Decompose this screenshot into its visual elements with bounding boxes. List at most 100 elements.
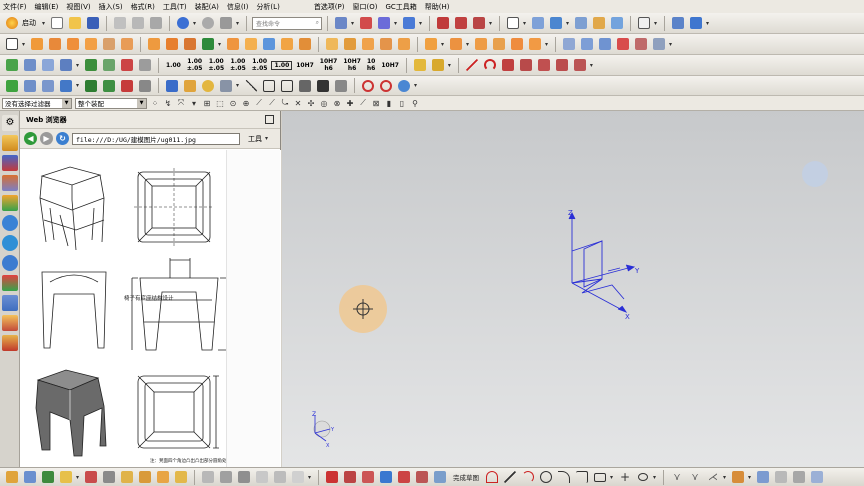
shell-icon[interactable] [360,36,376,52]
cut-icon[interactable] [112,15,128,31]
forward-arrow-icon[interactable]: ▶ [40,132,53,145]
sketch-chamfer-icon[interactable] [574,469,590,485]
checkmark-icon[interactable] [4,78,20,94]
assembly-navigator-icon[interactable] [2,135,18,151]
gold-stack-icon[interactable] [430,57,446,73]
resize-face-icon[interactable] [509,36,525,52]
part-navigator-icon[interactable] [2,175,18,191]
cylinder-icon[interactable] [164,78,180,94]
revolve-icon[interactable] [47,36,63,52]
web-browser-icon[interactable] [2,235,18,251]
datum-csys[interactable] [568,211,636,313]
bolt-icon[interactable] [200,469,216,485]
swept-icon[interactable] [597,36,613,52]
quick-extend-icon[interactable]: ⋎ [687,469,703,485]
pattern-icon[interactable] [396,36,412,52]
sew-icon[interactable] [651,36,667,52]
surface-icon[interactable] [561,36,577,52]
fillet-sketch-icon[interactable] [360,469,376,485]
menu-format[interactable]: 格式(R) [131,2,155,12]
box-icon[interactable] [272,469,288,485]
shaded-view-icon[interactable] [548,15,564,31]
auto-constrain-icon[interactable] [773,469,789,485]
scope-select[interactable]: 整个装配 ▼ [75,97,147,109]
extrude-icon[interactable] [29,36,45,52]
feature-select-icon[interactable]: ▾ [189,98,199,108]
back-arrow-icon[interactable]: ◀ [24,132,37,145]
layer-icon[interactable] [573,15,589,31]
rectangle-select-icon[interactable]: ⬚ [215,98,225,108]
annotation-icon[interactable] [83,57,99,73]
tolerance-style-4[interactable]: 1.00 ±.05 [228,58,248,72]
point-filter-icon[interactable] [40,469,56,485]
unite-icon[interactable] [225,36,241,52]
start-menu-label[interactable]: 启动 [22,18,36,28]
graph-icon[interactable] [58,57,74,73]
copy-icon[interactable] [130,15,146,31]
text-icon[interactable] [297,78,313,94]
snap-point-on-curve-icon[interactable]: ✕ [293,98,303,108]
law-extension-icon[interactable] [633,36,649,52]
sketch-circle-icon[interactable] [538,469,554,485]
tolerance-style-1[interactable]: 1.00 [164,62,183,69]
datum-csys-icon[interactable] [200,36,216,52]
cube-icon[interactable] [119,469,135,485]
save-icon[interactable] [85,15,101,31]
gold-body-icon[interactable] [173,469,189,485]
paste-icon[interactable] [148,15,164,31]
tolerance-style-11[interactable]: 10H7 [379,62,401,69]
system-scene-icon[interactable] [2,335,18,351]
symbol-icon[interactable] [101,57,117,73]
open-folder-icon[interactable] [67,15,83,31]
tube-icon[interactable] [218,78,234,94]
history-icon[interactable] [2,255,18,271]
hd3d-tools-icon[interactable] [2,215,18,231]
offset-region-icon[interactable] [527,36,543,52]
split-body-icon[interactable] [297,36,313,52]
ruler-icon[interactable] [471,15,487,31]
thicken-icon[interactable] [182,36,198,52]
start-icon[interactable] [4,15,20,31]
face-select-icon[interactable]: ⊞ [202,98,212,108]
process-studio-icon[interactable] [2,275,18,291]
link-icon[interactable] [137,469,153,485]
snap-intersection-icon[interactable]: ✚ [345,98,355,108]
tolerance-style-3[interactable]: 1.00 ±.05 [206,58,226,72]
general-selection-icon[interactable]: ⁘ [150,98,160,108]
trim-body-icon[interactable] [279,36,295,52]
sketch-profile-icon[interactable] [484,469,500,485]
label-icon[interactable] [119,57,135,73]
line-icon[interactable] [464,57,480,73]
reuse-library-icon[interactable] [2,195,18,211]
redo-icon[interactable] [200,15,216,31]
tolerance-style-5[interactable]: 1.00 ±.05 [250,58,270,72]
quick-trim-icon[interactable]: ⋎ [669,469,685,485]
detail-view-icon[interactable] [137,78,153,94]
offset-curve-icon[interactable] [518,57,534,73]
face-icon[interactable] [290,469,306,485]
snap-face-icon[interactable]: ▮ [384,98,394,108]
tolerance-style-10[interactable]: 10 h6 [365,58,377,72]
image-icon[interactable] [315,78,331,94]
snap-endpoint-icon[interactable]: ⊕ [241,98,251,108]
triangle-icon[interactable] [243,78,259,94]
tools-menu[interactable]: 工具 [248,134,262,144]
snap-existing-point-icon[interactable]: ⟋ [358,98,368,108]
pin-icon[interactable]: ⤧ [176,98,186,108]
manufacturing-wizard-icon[interactable] [2,295,18,311]
command-search-input[interactable]: 查找命令 ⌕ [252,16,322,30]
draft-icon[interactable] [378,36,394,52]
sketch-fillet-icon[interactable] [556,469,572,485]
star-icon[interactable] [58,469,74,485]
spring-icon[interactable] [218,469,234,485]
pointer-icon[interactable] [4,469,20,485]
combine-curve-icon[interactable] [572,57,588,73]
polygon-icon[interactable] [261,78,277,94]
drafting-icon[interactable] [40,78,56,94]
edge-blend-icon[interactable] [324,36,340,52]
table-icon[interactable] [22,78,38,94]
chevron-down-icon[interactable]: ▾ [265,135,270,142]
menu-tools[interactable]: 工具(T) [163,2,187,12]
make-corner-icon[interactable]: ⋌ [705,469,721,485]
move-layer-icon[interactable] [591,15,607,31]
